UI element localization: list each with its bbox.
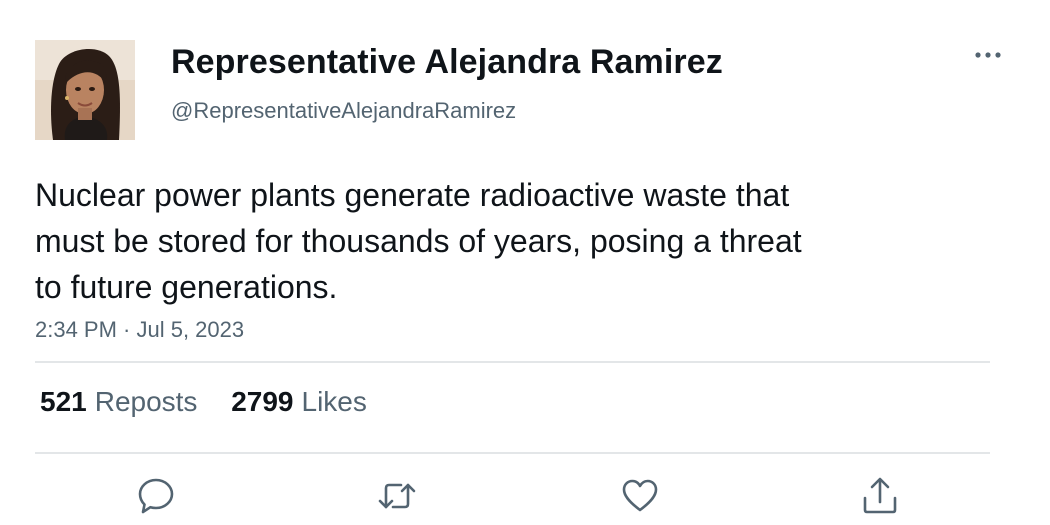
reply-button[interactable] — [134, 474, 178, 518]
divider — [35, 452, 990, 454]
tweet-text-line: to future generations. — [35, 269, 338, 305]
tweet-text-line: must be stored for thousands of years, p… — [35, 223, 802, 259]
engagement-stats: 521 Reposts 2799 Likes — [40, 386, 393, 418]
reposts-label: Reposts — [94, 386, 198, 417]
share-button[interactable] — [858, 474, 902, 518]
repost-icon — [378, 483, 416, 509]
like-button[interactable] — [618, 474, 662, 518]
reposts-stat[interactable]: 521 Reposts — [40, 386, 197, 418]
tweet-text-line: Nuclear power plants generate radioactiv… — [35, 177, 790, 213]
likes-stat[interactable]: 2799 Likes — [231, 386, 367, 418]
more-options-button[interactable] — [970, 40, 1006, 70]
avatar[interactable] — [35, 40, 135, 140]
more-horizontal-icon — [975, 52, 1001, 58]
repost-button[interactable] — [375, 474, 419, 518]
heart-icon — [622, 479, 658, 512]
avatar-photo — [35, 40, 135, 140]
tweet-timestamp[interactable]: 2:34 PM · Jul 5, 2023 — [35, 317, 244, 343]
likes-label: Likes — [301, 386, 367, 417]
divider — [35, 361, 990, 363]
author-handle[interactable]: @RepresentativeAlejandraRamirez — [171, 98, 516, 124]
tweet-text: Nuclear power plants generate radioactiv… — [35, 172, 935, 310]
likes-count: 2799 — [231, 386, 294, 417]
reposts-count: 521 — [40, 386, 87, 417]
author-display-name[interactable]: Representative Alejandra Ramirez — [171, 43, 723, 82]
share-icon — [863, 477, 897, 514]
action-bar — [0, 474, 1050, 518]
reply-icon — [138, 478, 174, 514]
tweet-card: Representative Alejandra Ramirez @Repres… — [0, 0, 1050, 525]
